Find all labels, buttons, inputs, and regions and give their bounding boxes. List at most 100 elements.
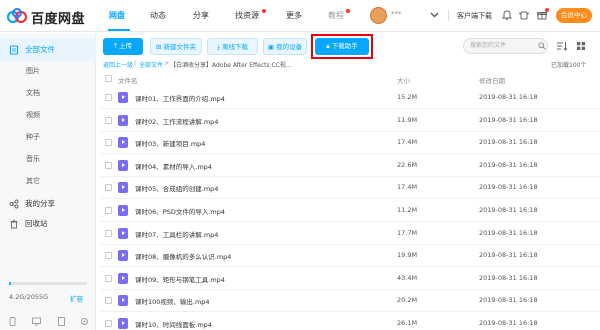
client-download-link[interactable]: 客户端下载 [457,11,492,21]
bell-icon[interactable] [501,9,513,21]
file-name[interactable]: 课时05、合成组的创建.mp4 [135,183,218,193]
table-row[interactable]: 课时07、工具栏的讲解.mp4 17.7M 2019-08-31 16:18 [100,222,600,245]
header-date[interactable]: 修改日期 [479,75,505,85]
file-name[interactable]: 课时10、时间线面板.mp4 [135,319,212,329]
row-checkbox[interactable] [105,297,112,305]
row-checkbox[interactable] [105,320,112,327]
nav-activity[interactable]: 动态 [150,10,166,21]
file-name[interactable]: 课时03、新建项目.mp4 [135,138,205,148]
nav-resources[interactable]: 找资源 [235,10,259,21]
row-checkbox[interactable] [105,161,112,169]
phone-icon[interactable] [8,317,17,326]
breadcrumb-current: 【白酒收分享】Adobe After Effects CC视... [170,62,292,69]
my-device-button[interactable]: ▣ 我的设备 [263,38,307,55]
file-size: 19.9M [397,251,418,260]
table-row[interactable]: 课时06、PSD文件的导入.mp4 11.2M 2019-08-31 16:18 [100,199,600,222]
sidebar-item-torrents[interactable]: 种子 [26,132,40,142]
monitor-icon[interactable] [32,317,41,326]
sidebar-item-recycle[interactable]: 回收站 [0,213,96,235]
video-file-icon [118,250,128,262]
file-name[interactable]: 课时04、素材的导入.mp4 [135,161,212,171]
sort-icon[interactable] [556,41,568,51]
sidebar-item-videos[interactable]: 视频 [26,110,40,120]
nav-netdisk[interactable]: 网盘 [109,10,125,21]
offline-download-button[interactable]: ⤓ 离线下载 [207,38,258,55]
table-row[interactable]: 课时10、时间线面板.mp4 26.1M 2019-08-31 16:18 [100,312,600,330]
row-checkbox[interactable] [105,207,112,214]
video-file-icon [118,205,128,216]
file-name[interactable]: 课时01、工作界面的介绍.mp4 [135,93,225,103]
avatar[interactable] [370,7,387,24]
new-folder-label: 新建文件夹 [163,43,197,51]
file-size: 17.4M [397,183,418,192]
top-bar: 百度网盘 网盘 动态 分享 找资源 更多 教程 *** 客户端下载 会员中心 [0,0,600,32]
file-count: 已加载100个 [551,62,587,69]
app-title[interactable]: 百度网盘 [31,8,85,27]
sidebar-item-images[interactable]: 图片 [26,66,40,76]
file-name[interactable]: 课时02、工作流程讲解.mp4 [135,116,218,126]
video-file-icon [118,159,128,171]
table-row[interactable]: 课时05、合成组的创建.mp4 17.4M 2019-08-31 16:18 [100,176,600,200]
search-icon[interactable] [538,42,546,50]
sidebar-item-other[interactable]: 其它 [26,176,40,186]
table-row[interactable]: 课时03、新建项目.mp4 17.4M 2019-08-31 16:18 [100,131,600,155]
video-file-icon [118,272,128,284]
document-icon[interactable] [57,317,66,326]
file-name[interactable]: 课时07、工具栏的讲解.mp4 [135,229,218,239]
skin-icon[interactable] [518,9,530,21]
table-row[interactable]: 课时100视频、输出.mp4 20.2M 2019-08-31 16:18 [100,289,600,313]
row-checkbox[interactable] [105,94,112,101]
file-name[interactable]: 课时09、矩形与钢笔工具.mp4 [135,274,225,284]
file-size: 22.6M [397,160,418,169]
file-date: 2019-08-31 16:18 [479,296,538,305]
sidebar-item-music[interactable]: 音乐 [26,154,40,164]
vip-center-button[interactable]: 会员中心 [556,8,592,23]
upload-button[interactable]: ⤒ 上传 [103,38,143,55]
file-date: 2019-08-31 16:18 [479,183,538,192]
video-file-icon [118,137,128,149]
expand-storage-link[interactable]: 扩容 [70,293,83,303]
search-input[interactable]: 搜索您的文件 [463,38,548,54]
nav-share[interactable]: 分享 [193,10,209,21]
row-checkbox[interactable] [105,252,112,260]
breadcrumb-back[interactable]: 返回上一级 [103,60,133,69]
table-row[interactable]: 课时04、素材的导入.mp4 22.6M 2019-08-31 16:18 [100,154,600,177]
file-size: 26.1M [397,319,418,327]
table-row[interactable]: 课时08、摄像机的多么认识.mp4 19.9M 2019-08-31 16:18 [100,244,600,268]
chevron-down-icon[interactable] [430,10,439,19]
username[interactable]: *** [391,10,402,18]
storage-quota-bar [9,282,87,285]
highlight-box [311,34,373,59]
file-name[interactable]: 课时06、PSD文件的导入.mp4 [135,206,225,216]
row-checkbox[interactable] [105,116,112,124]
video-file-icon [118,114,128,126]
row-checkbox[interactable] [105,229,112,237]
file-date: 2019-08-31 16:18 [479,273,538,282]
file-name[interactable]: 课时100视频、输出.mp4 [135,296,210,306]
table-row[interactable]: 课时02、工作流程讲解.mp4 11.9M 2019-08-31 16:18 [100,109,600,132]
table-row[interactable]: 课时09、矩形与钢笔工具.mp4 43.4M 2019-08-31 16:18 [100,267,600,290]
header-name[interactable]: 文件名 [118,75,138,85]
select-all-checkbox[interactable] [105,75,112,82]
grid-view-icon[interactable] [576,41,586,51]
sidebar-item-my-share[interactable]: 我的分享 [0,193,96,215]
file-date: 2019-08-31 16:18 [479,93,538,101]
breadcrumb-all-files[interactable]: 全部文件 [139,60,163,69]
settings-icon[interactable] [80,317,89,326]
file-size: 17.7M [397,228,418,237]
file-size: 17.4M [397,138,418,147]
table-header: 文件名 大小 修改日期 [100,72,600,86]
video-file-icon [118,182,128,194]
nav-tutorial[interactable]: 教程 [328,10,344,21]
row-checkbox[interactable] [105,274,112,282]
sidebar-item-docs[interactable]: 文档 [26,88,40,98]
sidebar-item-all-files[interactable]: 全部文件 [0,39,96,61]
file-name[interactable]: 课时08、摄像机的多么认识.mp4 [135,251,231,261]
table-row[interactable]: 课时01、工作界面的介绍.mp4 15.2M 2019-08-31 16:18 [100,86,600,109]
row-checkbox[interactable] [105,184,112,192]
nav-more[interactable]: 更多 [286,10,302,21]
cloud-logo-icon[interactable] [6,8,28,23]
row-checkbox[interactable] [105,139,112,147]
new-folder-button[interactable]: ⊞ 新建文件夹 [150,38,202,55]
header-size[interactable]: 大小 [397,75,410,85]
